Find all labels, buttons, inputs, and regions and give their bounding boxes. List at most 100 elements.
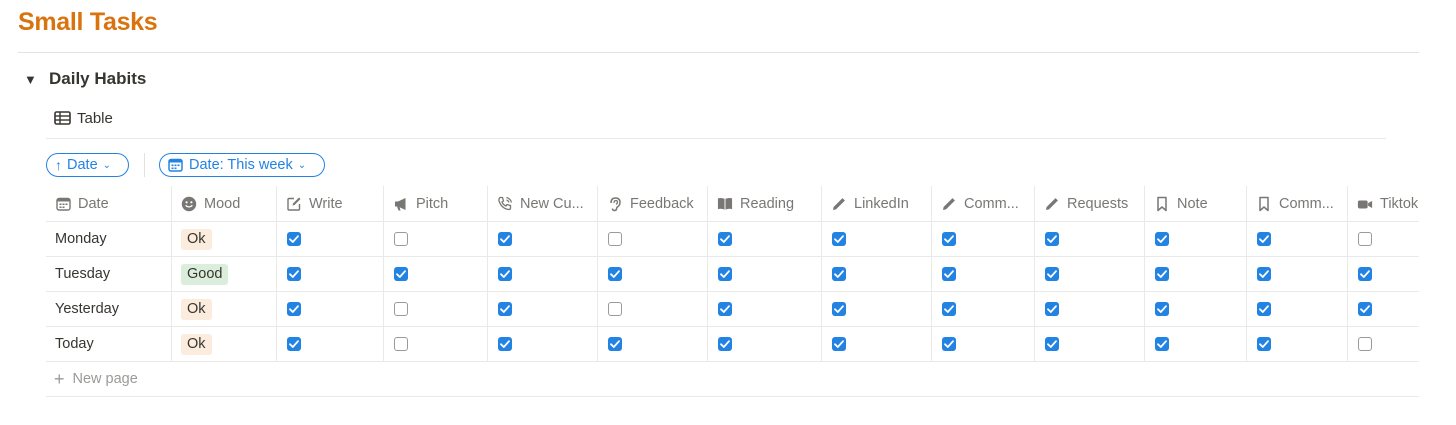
table-row[interactable]: Today Ok xyxy=(46,327,1419,362)
column-header-mood[interactable]: Mood xyxy=(171,186,276,221)
column-header-new_customers[interactable]: New Cu... xyxy=(487,186,597,221)
checkbox-checked[interactable] xyxy=(1257,232,1271,246)
column-header-feedback[interactable]: Feedback xyxy=(597,186,707,221)
checkbox-checked[interactable] xyxy=(1045,232,1059,246)
checkbox-unchecked[interactable] xyxy=(1358,232,1372,246)
table-row[interactable]: Monday Ok xyxy=(46,222,1419,257)
checkbox-checked[interactable] xyxy=(1155,232,1169,246)
calendar-icon xyxy=(55,196,71,212)
column-header-label: Pitch xyxy=(416,195,449,212)
compose-icon xyxy=(286,196,302,212)
checkbox-checked[interactable] xyxy=(832,337,846,351)
checkbox-checked[interactable] xyxy=(1257,337,1271,351)
checkbox-checked[interactable] xyxy=(1045,302,1059,316)
checkbox-cell-new_customers xyxy=(487,222,597,256)
table-row[interactable]: Tuesday Good xyxy=(46,257,1419,292)
checkbox-checked[interactable] xyxy=(718,267,732,281)
checkbox-checked[interactable] xyxy=(942,302,956,316)
checkbox-checked[interactable] xyxy=(287,337,301,351)
checkbox-checked[interactable] xyxy=(718,232,732,246)
checkbox-checked[interactable] xyxy=(832,302,846,316)
checkbox-checked[interactable] xyxy=(832,232,846,246)
column-header-pitch[interactable]: Pitch xyxy=(383,186,487,221)
checkbox-cell-write xyxy=(276,222,383,256)
sort-chip[interactable]: ↑ Date ⌄ xyxy=(46,153,129,177)
mood-cell[interactable]: Ok xyxy=(171,292,276,326)
checkbox-checked[interactable] xyxy=(832,267,846,281)
column-header-note[interactable]: Note xyxy=(1144,186,1246,221)
pencil-icon xyxy=(1044,196,1060,212)
checkbox-checked[interactable] xyxy=(718,302,732,316)
column-header-comm2[interactable]: Comm... xyxy=(1246,186,1347,221)
mood-tag: Ok xyxy=(181,228,212,250)
date-cell[interactable]: Tuesday xyxy=(46,257,171,291)
date-cell[interactable]: Today xyxy=(46,327,171,361)
checkbox-checked[interactable] xyxy=(1155,302,1169,316)
checkbox-checked[interactable] xyxy=(287,302,301,316)
checkbox-checked[interactable] xyxy=(942,337,956,351)
checkbox-checked[interactable] xyxy=(498,232,512,246)
view-tab-table[interactable]: Table xyxy=(54,107,113,129)
section-header[interactable]: ▼ Daily Habits xyxy=(24,66,146,92)
checkbox-checked[interactable] xyxy=(718,337,732,351)
table-row[interactable]: Yesterday Ok xyxy=(46,292,1419,327)
checkbox-cell-linkedin xyxy=(821,292,931,326)
page-title: Small Tasks xyxy=(18,8,158,36)
checkbox-checked[interactable] xyxy=(608,267,622,281)
checkbox-cell-pitch xyxy=(383,292,487,326)
checkbox-checked[interactable] xyxy=(1155,337,1169,351)
checkbox-checked[interactable] xyxy=(394,267,408,281)
checkbox-cell-reading xyxy=(707,257,821,291)
checkbox-cell-note xyxy=(1144,257,1246,291)
checkbox-cell-new_customers xyxy=(487,327,597,361)
checkbox-unchecked[interactable] xyxy=(394,337,408,351)
column-header-requests[interactable]: Requests xyxy=(1034,186,1144,221)
table-icon xyxy=(54,111,71,125)
date-cell[interactable]: Yesterday xyxy=(46,292,171,326)
checkbox-unchecked[interactable] xyxy=(608,232,622,246)
checkbox-checked[interactable] xyxy=(942,267,956,281)
column-header-comm1[interactable]: Comm... xyxy=(931,186,1034,221)
arrow-up-icon: ↑ xyxy=(55,157,62,173)
checkbox-unchecked[interactable] xyxy=(394,302,408,316)
checkbox-checked[interactable] xyxy=(1155,267,1169,281)
mood-cell[interactable]: Good xyxy=(171,257,276,291)
checkbox-checked[interactable] xyxy=(1045,337,1059,351)
checkbox-checked[interactable] xyxy=(942,232,956,246)
date-filter-label: Date: This week xyxy=(189,157,293,173)
video-camera-icon xyxy=(1357,196,1373,212)
checkbox-checked[interactable] xyxy=(1257,302,1271,316)
column-header-date[interactable]: Date xyxy=(46,186,171,221)
triangle-down-icon[interactable]: ▼ xyxy=(24,72,38,87)
checkbox-cell-write xyxy=(276,257,383,291)
checkbox-checked[interactable] xyxy=(1358,302,1372,316)
checkbox-checked[interactable] xyxy=(287,267,301,281)
new-page-button[interactable]: + New page xyxy=(54,368,138,390)
checkbox-unchecked[interactable] xyxy=(1358,337,1372,351)
checkbox-cell-linkedin xyxy=(821,327,931,361)
bookmark-icon xyxy=(1256,196,1272,212)
checkbox-cell-requests xyxy=(1034,257,1144,291)
checkbox-checked[interactable] xyxy=(1045,267,1059,281)
pencil-icon xyxy=(941,196,957,212)
mood-cell[interactable]: Ok xyxy=(171,327,276,361)
checkbox-unchecked[interactable] xyxy=(608,302,622,316)
checkbox-checked[interactable] xyxy=(498,302,512,316)
checkbox-checked[interactable] xyxy=(287,232,301,246)
checkbox-checked[interactable] xyxy=(498,267,512,281)
checkbox-checked[interactable] xyxy=(1358,267,1372,281)
filter-bar: ↑ Date ⌄ Date: This week ⌄ xyxy=(46,152,325,178)
ear-icon xyxy=(607,196,623,212)
checkbox-cell-comm2 xyxy=(1246,257,1347,291)
checkbox-checked[interactable] xyxy=(608,337,622,351)
column-header-tiktok[interactable]: Tiktok xyxy=(1347,186,1419,221)
date-filter-chip[interactable]: Date: This week ⌄ xyxy=(159,153,325,177)
date-cell[interactable]: Monday xyxy=(46,222,171,256)
column-header-linkedin[interactable]: LinkedIn xyxy=(821,186,931,221)
mood-cell[interactable]: Ok xyxy=(171,222,276,256)
checkbox-checked[interactable] xyxy=(498,337,512,351)
checkbox-checked[interactable] xyxy=(1257,267,1271,281)
checkbox-unchecked[interactable] xyxy=(394,232,408,246)
column-header-reading[interactable]: Reading xyxy=(707,186,821,221)
column-header-write[interactable]: Write xyxy=(276,186,383,221)
